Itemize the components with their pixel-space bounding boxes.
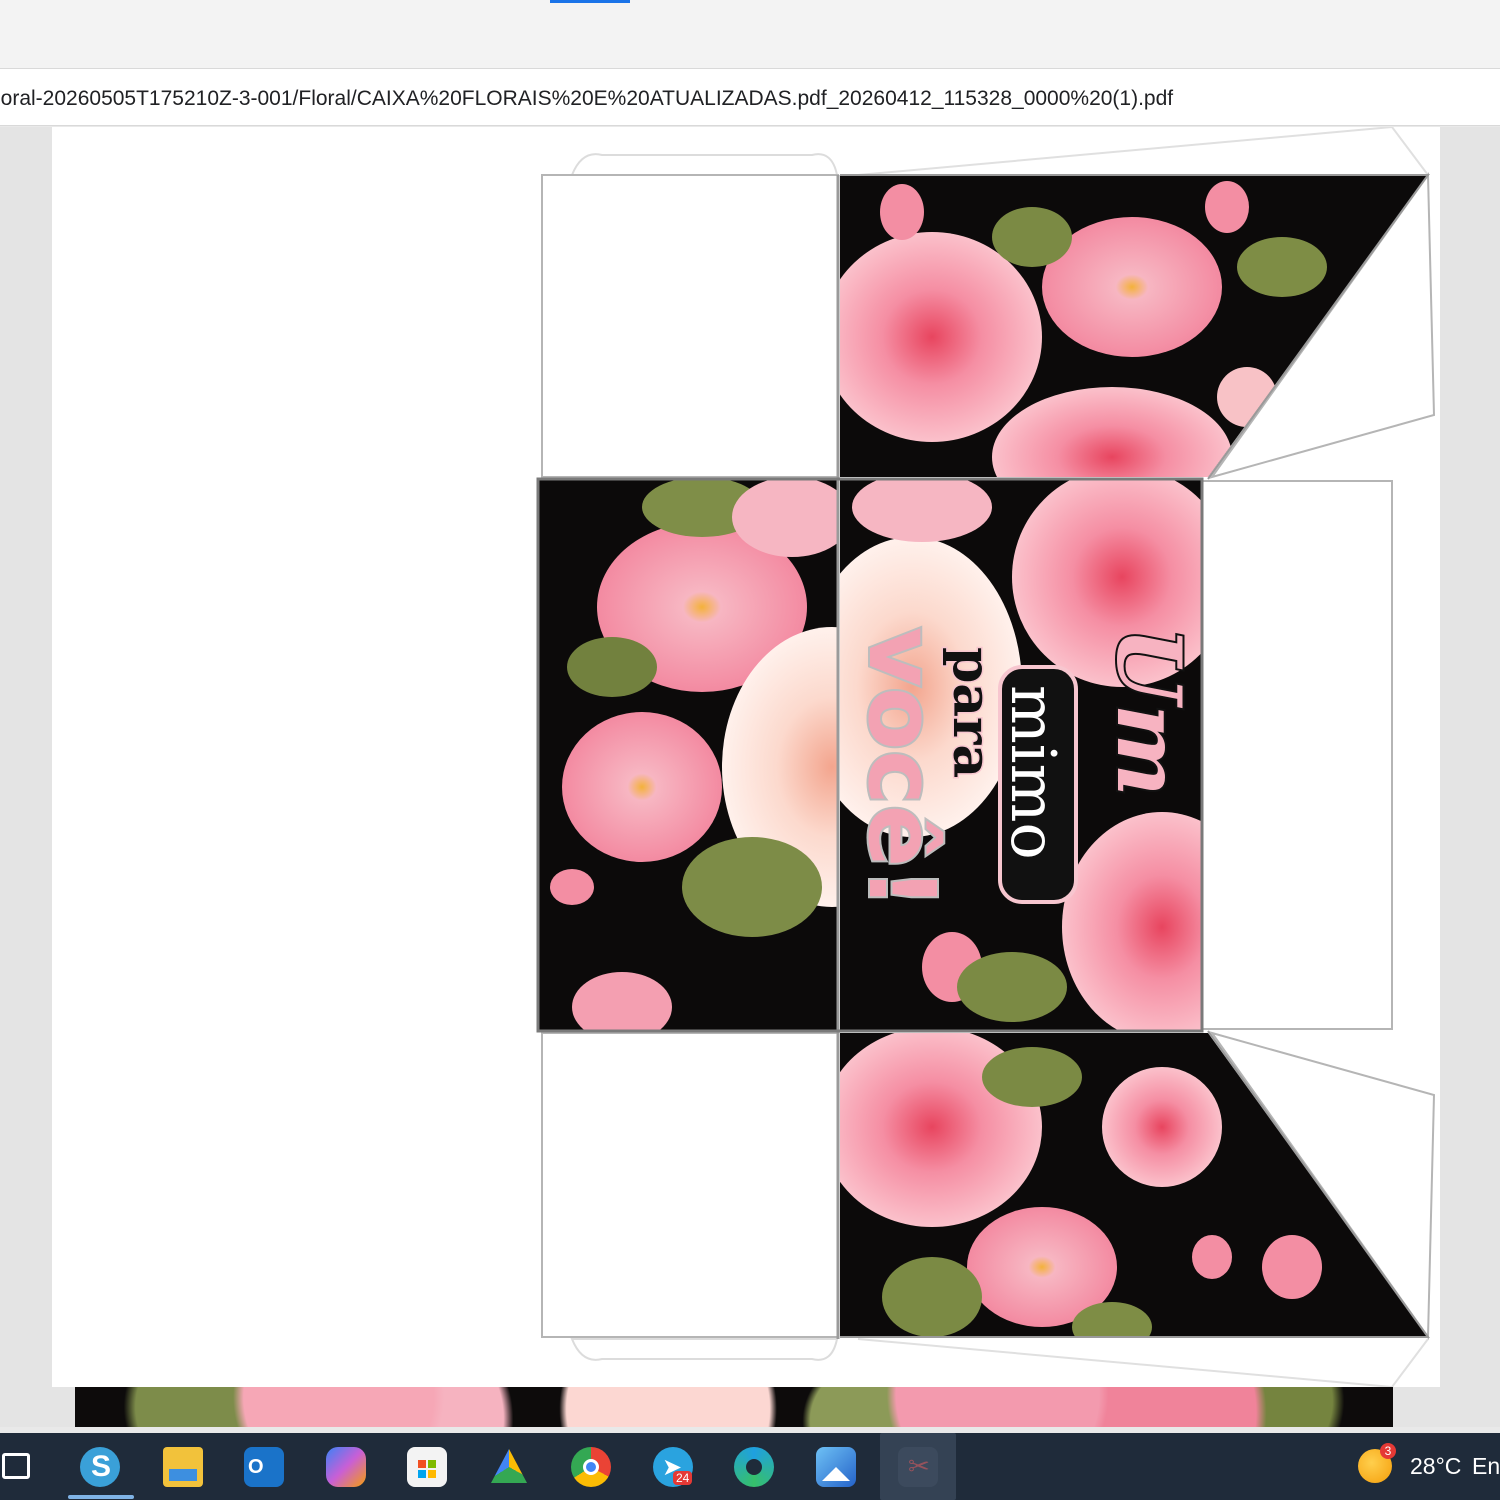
active-tab-indicator[interactable] (550, 0, 630, 3)
chrome-icon[interactable] (571, 1447, 611, 1487)
language-indicator[interactable]: En (1472, 1453, 1500, 1480)
pdf-page: Um mimo para você! (52, 127, 1440, 1387)
temperature-readout[interactable]: 28°C (1410, 1453, 1461, 1480)
panel-top-left (541, 174, 839, 478)
pdf-viewer[interactable]: Um mimo para você! (0, 127, 1500, 1427)
microsoft-store-icon[interactable] (407, 1447, 447, 1487)
file-explorer-icon[interactable] (163, 1447, 203, 1487)
box-template: Um mimo para você! (536, 127, 1436, 1387)
hover-highlight (880, 1433, 956, 1500)
google-drive-icon[interactable] (491, 1449, 527, 1483)
pdf-next-page-preview (75, 1387, 1393, 1427)
weather-badge: 3 (1380, 1443, 1396, 1459)
greeting-line-1: Um (1097, 627, 1201, 797)
address-bar[interactable]: loral-20260505T175210Z-3-001/Floral/CAIX… (0, 68, 1500, 126)
edge-icon[interactable] (734, 1447, 774, 1487)
telegram-badge: 24 (673, 1471, 693, 1485)
s-app-icon[interactable]: S (80, 1447, 120, 1487)
weather-icon[interactable]: 3 (1358, 1443, 1396, 1483)
taskbar: S O ➤ 24 ✂ 3 28°C En (0, 1433, 1500, 1500)
photos-icon[interactable] (816, 1447, 856, 1487)
telegram-icon[interactable]: ➤ 24 (653, 1447, 693, 1487)
outlook-icon[interactable]: O (244, 1447, 284, 1487)
active-app-indicator (68, 1495, 134, 1499)
panel-side-right (1201, 480, 1393, 1030)
copilot-icon[interactable] (326, 1447, 366, 1487)
greeting-line-2: mimo (997, 685, 1070, 860)
browser-tab-strip (0, 0, 1500, 68)
task-view-icon[interactable] (2, 1453, 30, 1479)
greeting-line-4: você! (848, 627, 955, 909)
url-text[interactable]: loral-20260505T175210Z-3-001/Floral/CAIX… (0, 87, 1173, 111)
panel-bottom-left (541, 1032, 839, 1338)
